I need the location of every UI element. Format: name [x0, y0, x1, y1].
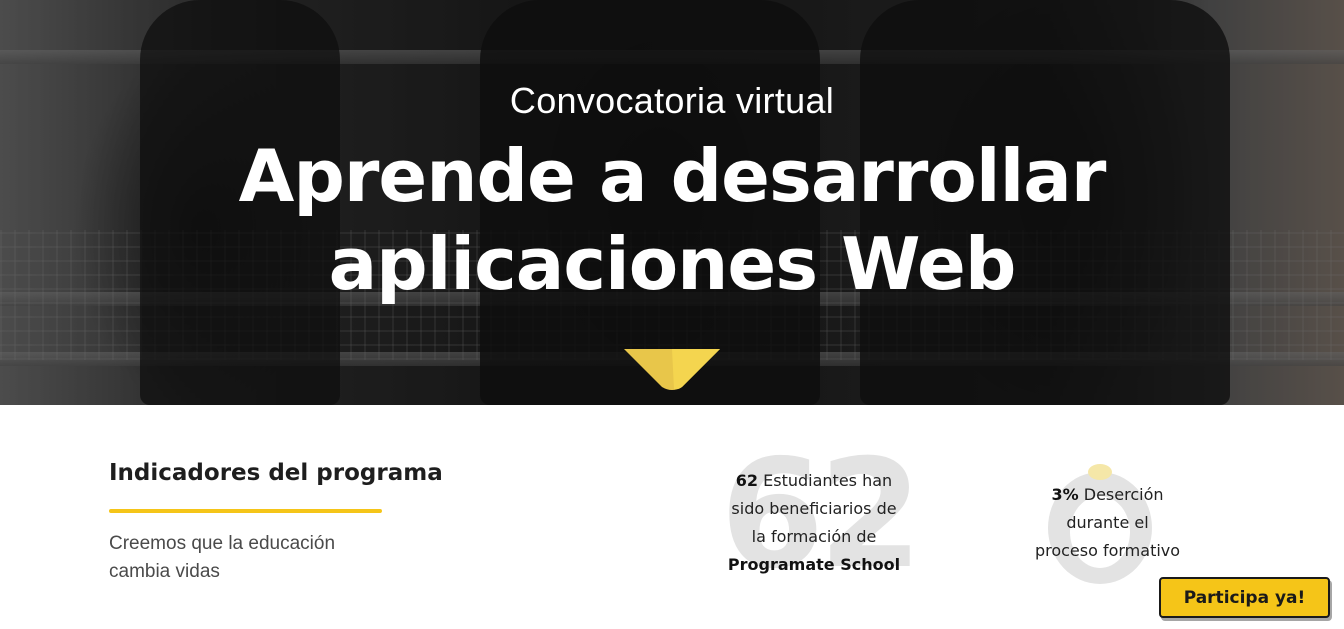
stat-line: Estudiantes han	[758, 471, 893, 490]
chevron-down-icon[interactable]	[622, 347, 722, 391]
hero-banner: Convocatoria virtual Aprende a desarroll…	[0, 0, 1344, 405]
tagline-line: Creemos que la educación	[109, 533, 336, 554]
hero-title-line: Aprende a desarrollar	[238, 134, 1107, 218]
stat-line: Deserción	[1078, 485, 1164, 504]
stat-line-bold: Programate School	[727, 555, 901, 574]
indicators-tagline: Creemos que la educación cambia vidas	[109, 530, 409, 586]
participa-button[interactable]: Participa ya!	[1159, 577, 1330, 618]
stat-value: 62	[735, 471, 759, 490]
stat-value: 3%	[1051, 485, 1079, 504]
hero-title-line: aplicaciones Web	[328, 222, 1017, 306]
hero-title: Aprende a desarrollar aplicaciones Web	[0, 132, 1344, 308]
stat-dropout: 3% Deserción durante el proceso formativ…	[1020, 481, 1195, 565]
indicators-title: Indicadores del programa	[109, 460, 443, 486]
stat-line: la formación de	[751, 527, 877, 546]
title-underline	[109, 509, 382, 513]
stat-students: 62 Estudiantes han sido beneficiarios de…	[714, 467, 914, 579]
tagline-line: cambia vidas	[109, 561, 220, 582]
stat-line: sido beneficiarios de	[731, 499, 897, 518]
stat-line: durante el	[1066, 513, 1149, 532]
stat-line: proceso formativo	[1034, 541, 1181, 560]
hero-subtitle: Convocatoria virtual	[509, 80, 835, 121]
